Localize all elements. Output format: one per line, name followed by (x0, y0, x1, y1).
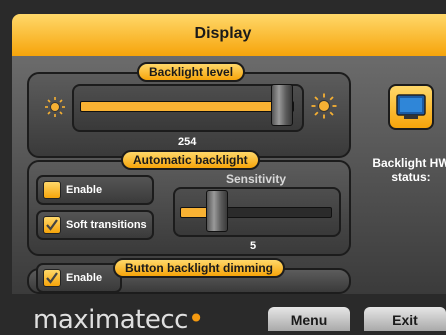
sensitivity-slider-knob[interactable] (206, 190, 228, 232)
checkmark-icon (46, 219, 58, 231)
auto-backlight-label: Automatic backlight (121, 150, 260, 170)
brand-text: maximatecc (33, 305, 188, 335)
backlight-value: 254 (178, 136, 197, 148)
sun-bright-icon (311, 93, 337, 119)
hw-status-line1: Backlight HW (372, 156, 446, 170)
brand-logo: maximatecc• (33, 302, 204, 335)
auto-enable-box (43, 181, 61, 199)
button-dimming-enable-box (43, 269, 61, 287)
backlight-slider-fill (81, 102, 283, 111)
hw-status-line2: status: (391, 170, 431, 184)
auto-enable-checkbox[interactable]: Enable (36, 175, 154, 205)
sensitivity-label: Sensitivity (225, 172, 287, 186)
soft-transitions-box (43, 216, 61, 234)
hw-status-icon-box (388, 84, 434, 130)
button-dimming-label: Button backlight dimming (113, 258, 285, 278)
exit-button[interactable]: Exit (364, 307, 446, 331)
checkmark-icon (46, 272, 58, 284)
soft-transitions-checkbox[interactable]: Soft transitions (36, 210, 154, 240)
sensitivity-slider-track[interactable] (180, 207, 332, 218)
soft-transitions-label: Soft transitions (66, 219, 147, 231)
sensitivity-value: 5 (250, 240, 257, 252)
sun-dim-icon (45, 97, 65, 117)
backlight-slider-knob[interactable] (271, 84, 294, 126)
auto-enable-label: Enable (66, 184, 103, 196)
hw-status-label: Backlight HW status: (366, 156, 446, 184)
window-title: Display (194, 25, 252, 42)
button-dimming-enable-label: Enable (66, 272, 103, 284)
button-dimming-enable-checkbox[interactable]: Enable (36, 263, 122, 293)
title-bar: Display (12, 14, 446, 56)
menu-button[interactable]: Menu (268, 307, 350, 331)
backlight-level-label: Backlight level (137, 62, 246, 82)
backlight-slider-track[interactable] (80, 101, 294, 112)
monitor-icon (396, 94, 426, 119)
